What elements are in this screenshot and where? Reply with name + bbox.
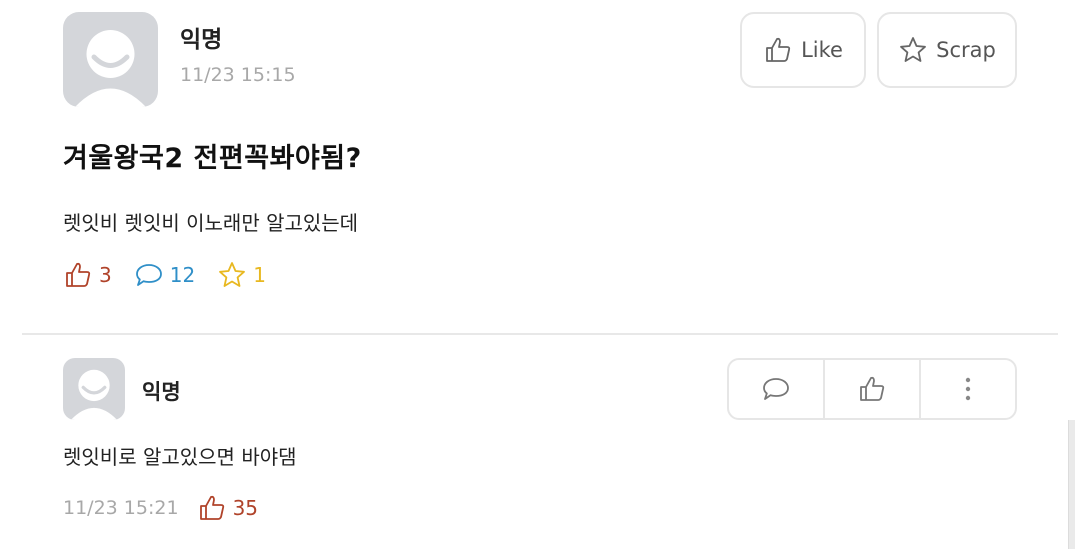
post-author-avatar bbox=[63, 12, 158, 107]
comment-author-avatar bbox=[63, 358, 125, 420]
comment-meta: 11/23 15:21 35 bbox=[63, 493, 258, 523]
comment-timestamp: 11/23 15:21 bbox=[63, 497, 179, 519]
speech-bubble-icon bbox=[763, 378, 789, 400]
page-edge-scrollbar bbox=[1068, 420, 1075, 549]
comment-count-stat: 12 bbox=[134, 260, 195, 290]
comment-count: 12 bbox=[169, 263, 196, 287]
scrap-button-label: Scrap bbox=[936, 38, 996, 62]
thumbs-up-icon bbox=[199, 495, 224, 520]
post-stats: 3 12 1 bbox=[63, 260, 266, 290]
like-count-stat: 3 bbox=[63, 260, 112, 290]
scrap-count-stat: 1 bbox=[217, 260, 266, 290]
post-author-name: 익명 bbox=[180, 27, 223, 53]
star-icon bbox=[219, 262, 246, 287]
comment-action-bar bbox=[727, 358, 1017, 420]
more-options-button[interactable] bbox=[919, 360, 1015, 418]
like-button[interactable]: Like bbox=[740, 12, 866, 88]
thumbs-up-icon bbox=[766, 37, 791, 62]
speech-bubble-icon bbox=[135, 264, 162, 286]
user-avatar-icon bbox=[75, 30, 146, 107]
reply-button[interactable] bbox=[729, 360, 823, 418]
comment-like-count: 35 bbox=[232, 496, 259, 520]
comment-like-stat: 35 bbox=[197, 493, 258, 523]
section-divider bbox=[22, 333, 1058, 335]
star-icon bbox=[900, 37, 927, 62]
comment-like-button[interactable] bbox=[823, 360, 919, 418]
scrap-count: 1 bbox=[253, 263, 266, 287]
comment-text: 렛잇비로 알고있으면 바야댐 bbox=[63, 445, 297, 469]
scrap-button[interactable]: Scrap bbox=[877, 12, 1017, 88]
post-title: 겨울왕국2 전편꼭봐야됨? bbox=[63, 143, 362, 174]
more-vertical-icon bbox=[965, 377, 971, 401]
like-count: 3 bbox=[99, 263, 112, 287]
post-body: 렛잇비 렛잇비 이노래만 알고있는데 bbox=[63, 211, 359, 235]
thumbs-up-icon bbox=[860, 376, 885, 401]
post-timestamp: 11/23 15:15 bbox=[180, 64, 296, 86]
user-avatar-icon bbox=[70, 369, 118, 420]
like-button-label: Like bbox=[801, 38, 843, 62]
comment-author-name: 익명 bbox=[142, 380, 181, 404]
thumbs-up-icon bbox=[66, 262, 91, 287]
